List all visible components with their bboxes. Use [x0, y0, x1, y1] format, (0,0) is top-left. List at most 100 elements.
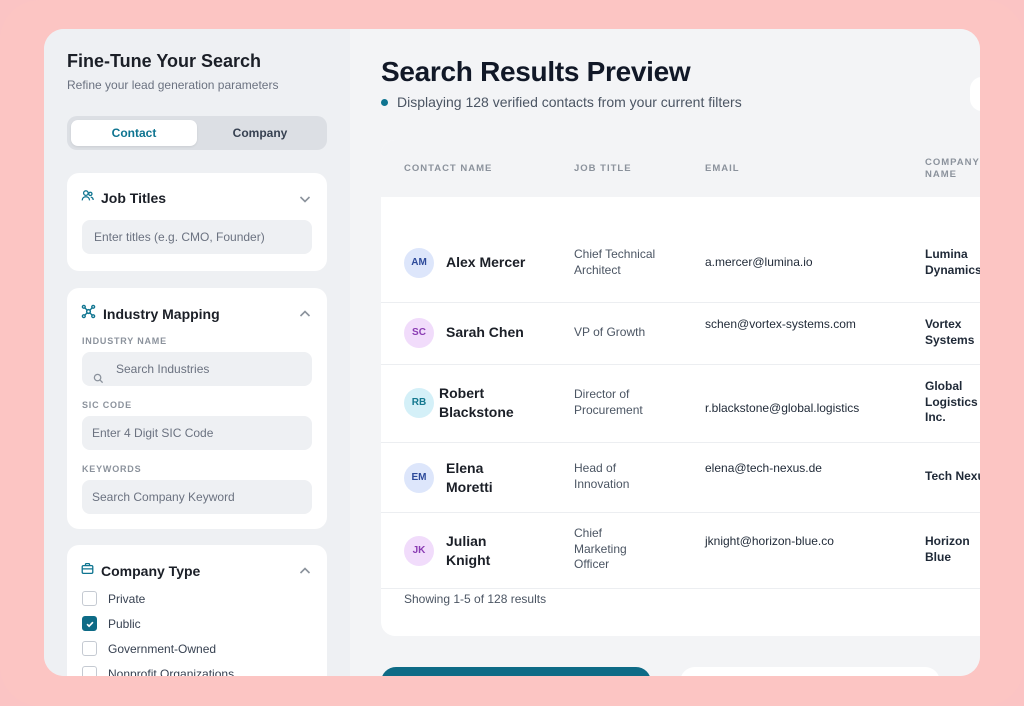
company-name-line: Vortex [925, 317, 962, 331]
sic-code-input[interactable]: Enter 4 Digit SIC Code [82, 416, 312, 450]
job-titles-input[interactable]: Enter titles (e.g. CMO, Founder) [82, 220, 312, 254]
column-company-name[interactable]: COMPANY NAME [925, 157, 980, 181]
job-titles-card: Job Titles Enter titles (e.g. CMO, Found… [67, 173, 327, 271]
sidebar-title: Fine-Tune Your Search [67, 51, 262, 71]
contact-name-line: Moretti [446, 479, 493, 495]
contact-name-line: Knight [446, 552, 491, 568]
keywords-label: KEYWORDS [82, 464, 142, 474]
job-title: Head of Innovation [574, 461, 629, 492]
table-row[interactable]: AM Alex Mercer Chief Technical Architect… [381, 224, 980, 302]
keywords-input[interactable]: Search Company Keyword [82, 480, 312, 514]
filter-sidebar: Fine-Tune Your Search Refine your lead g… [44, 29, 350, 676]
check-icon [85, 621, 94, 627]
column-contact-name[interactable]: CONTACT NAME [404, 163, 492, 175]
company-type-option[interactable]: Private [82, 591, 145, 606]
job-title-line: Head of [574, 461, 617, 475]
network-icon [81, 304, 96, 324]
people-icon [81, 189, 94, 207]
checkbox-checked[interactable] [82, 616, 97, 631]
job-title: Chief Technical Architect [574, 247, 655, 278]
company-name: Vortex Systems [925, 317, 974, 348]
page-title: Search Results Preview [381, 56, 691, 87]
option-label: Government-Owned [108, 641, 217, 656]
company-type-option[interactable]: Public [82, 616, 141, 631]
industry-name-label: INDUSTRY NAME [82, 336, 167, 346]
company-name-line: Dynamics [925, 262, 980, 277]
table-header: CONTACT NAME JOB TITLE EMAIL COMPANY NAM… [381, 140, 980, 197]
app-window: Fine-Tune Your Search Refine your lead g… [44, 29, 980, 676]
email[interactable]: jknight@horizon-blue.co [705, 534, 834, 548]
avatar: JK [404, 536, 434, 566]
company-name-line: Horizon [925, 534, 970, 548]
background-frame: Fine-Tune Your Search Refine your lead g… [0, 0, 1024, 706]
table-row[interactable]: EM Elena Moretti Head of Innovation elen… [381, 442, 980, 512]
table-row[interactable]: RB Robert Blackstone Director of Procure… [381, 364, 980, 442]
industry-mapping-title: Industry Mapping [103, 306, 220, 322]
checkbox[interactable] [82, 666, 97, 676]
contact-name-line: Julian [446, 533, 487, 549]
contact-name-line: Robert [439, 385, 485, 401]
secondary-action-button[interactable] [680, 667, 940, 676]
checkbox[interactable] [82, 591, 97, 606]
company-type-option[interactable]: Nonprofit Organizations [82, 666, 234, 676]
search-type-toggle: Contact Company [67, 116, 327, 150]
company-name-line: Blue [925, 549, 952, 564]
tab-contact[interactable]: Contact [71, 120, 197, 146]
chevron-up-icon[interactable] [297, 306, 313, 322]
company-type-title: Company Type [101, 563, 201, 579]
results-table: CONTACT NAME JOB TITLE EMAIL COMPANY NAM… [381, 140, 980, 636]
company-type-card: Company Type Private Public Government-O… [67, 545, 327, 676]
job-titles-header[interactable]: Job Titles [81, 189, 166, 207]
option-label: Private [108, 591, 146, 606]
avatar: RB [404, 388, 434, 418]
checkbox[interactable] [82, 641, 97, 656]
contact-name: Robert Blackstone [439, 384, 514, 422]
job-title-line: Architect [574, 262, 621, 277]
results-panel: Search Results Preview Displaying 128 ve… [350, 29, 980, 676]
tab-company[interactable]: Company [197, 120, 323, 146]
company-name-line: Global [925, 379, 963, 393]
column-company-name-line2: NAME [925, 169, 957, 180]
chevron-down-icon[interactable] [297, 191, 313, 207]
job-title-line: Marketing [574, 541, 627, 556]
table-row[interactable]: JK Julian Knight Chief Marketing Officer… [381, 512, 980, 588]
company-type-header[interactable]: Company Type [81, 562, 200, 580]
pagination-summary: Showing 1-5 of 128 results [404, 592, 547, 606]
job-title-line: Chief Technical [574, 247, 656, 261]
job-title: Chief Marketing Officer [574, 526, 627, 573]
primary-action-button[interactable] [381, 667, 651, 676]
company-name-line: Inc. [925, 410, 946, 424]
industry-mapping-header[interactable]: Industry Mapping [81, 304, 220, 324]
contact-name: Julian Knight [446, 532, 490, 570]
status-dot [381, 98, 388, 106]
job-title: VP of Growth [574, 325, 646, 339]
table-divider [381, 588, 980, 589]
email[interactable]: r.blackstone@global.logistics [705, 401, 859, 415]
option-label: Public [108, 616, 141, 631]
company-name: Global Logistics Inc. [925, 379, 978, 426]
job-title-line: Innovation [574, 476, 630, 491]
email[interactable]: a.mercer@lumina.io [705, 255, 813, 269]
sidebar-subtitle: Refine your lead generation parameters [67, 78, 279, 92]
avatar: EM [404, 463, 434, 493]
email[interactable]: schen@vortex-systems.com [705, 317, 856, 331]
avatar: AM [404, 248, 434, 278]
avatar: SC [404, 318, 434, 348]
industry-search-placeholder: Search Industries [116, 362, 210, 376]
results-summary: Displaying 128 verified contacts from yo… [381, 94, 742, 110]
company-name: Tech Nexu [925, 469, 980, 483]
industry-search-input[interactable]: Search Industries [82, 352, 312, 386]
corner-control[interactable] [970, 77, 980, 111]
column-job-title[interactable]: JOB TITLE [574, 163, 632, 175]
company-type-option[interactable]: Government-Owned [82, 641, 216, 656]
email[interactable]: elena@tech-nexus.de [705, 461, 822, 475]
table-row[interactable]: SC Sarah Chen VP of Growth schen@vortex-… [381, 302, 980, 364]
industry-mapping-card: Industry Mapping INDUSTRY NAME Search In… [67, 288, 327, 529]
job-title-line: Procurement [574, 402, 643, 417]
option-label: Nonprofit Organizations [108, 666, 235, 677]
chevron-up-icon[interactable] [297, 563, 313, 579]
briefcase-icon [81, 562, 94, 580]
column-company-name-line1: COMPANY [925, 157, 980, 168]
company-name-line: Systems [925, 332, 975, 347]
column-email[interactable]: EMAIL [705, 163, 740, 175]
